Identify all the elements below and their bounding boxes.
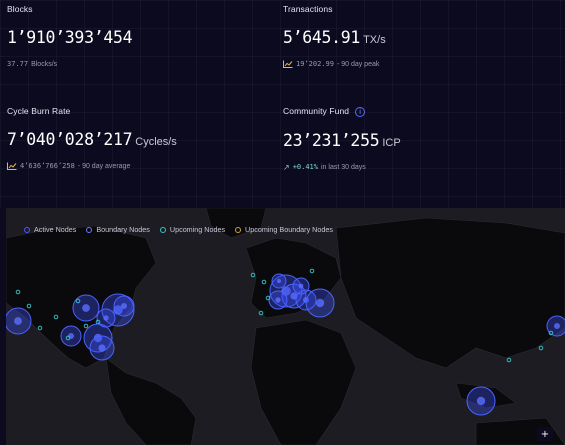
zoom-in-button[interactable]: +	[537, 427, 553, 441]
upcoming-node-marker[interactable]	[250, 272, 256, 278]
active-node-core	[121, 303, 127, 309]
legend-boundary-nodes[interactable]: Boundary Nodes	[86, 225, 150, 234]
legend-active-nodes[interactable]: Active Nodes	[24, 225, 76, 234]
cycle-burn-unit: Cycles/s	[135, 136, 177, 148]
cycle-burn-average-value: 4’636’766’258	[20, 162, 75, 170]
active-node-core	[82, 304, 90, 312]
stat-cycle-burn: Cycle Burn Rate 7’040’028’217 Cycles/s 4’…	[7, 106, 177, 170]
transactions-number: 5’645.91	[283, 28, 361, 47]
active-node-core	[14, 317, 22, 325]
chart-trend-icon	[7, 162, 17, 170]
active-node-core	[103, 315, 109, 321]
cycle-burn-average-text: - 90 day average	[77, 162, 131, 170]
map-legend: Active Nodes Boundary Nodes Upcoming Nod…	[24, 225, 333, 234]
active-nodes-dot-icon	[24, 226, 30, 233]
active-node-core	[315, 298, 325, 308]
active-node-core	[298, 283, 304, 289]
chart-trend-icon	[283, 60, 293, 68]
active-node-core	[554, 323, 560, 329]
active-node-core	[98, 344, 106, 352]
cycle-burn-number: 7’040’028’217	[7, 130, 133, 149]
transactions-unit: TX/s	[363, 34, 386, 46]
upcoming-nodes-dot-icon	[159, 226, 166, 233]
boundary-nodes-dot-icon	[86, 226, 93, 233]
stat-transactions: Transactions 5’645.91 TX/s 19’202.99 - 90…	[283, 4, 386, 68]
arrow-up-right-icon: ↗	[283, 162, 290, 172]
community-fund-change-text: in last 30 days	[321, 163, 366, 171]
transactions-peak-value: 19’202.99	[296, 60, 334, 68]
blocks-rate: 37.77 Blocks/s	[7, 60, 132, 68]
active-node-core	[275, 297, 281, 303]
community-fund-value: 23’231’255 ICP	[283, 131, 401, 150]
transactions-label: Transactions	[283, 4, 333, 14]
legend-label: Upcoming Nodes	[169, 225, 226, 234]
blocks-value: 1’910’393’454	[7, 28, 133, 47]
stat-community-fund: Community Fund i 23’231’255 ICP ↗ +0.41% i…	[283, 106, 401, 172]
community-fund-change-value: +0.41%	[292, 163, 318, 172]
blocks-rate-unit: Blocks/s	[31, 60, 58, 68]
community-fund-change: ↗ +0.41% in last 30 days	[283, 163, 401, 172]
transactions-peak: 19’202.99 - 90 day peak	[283, 60, 386, 68]
legend-label: Upcoming Boundary Nodes	[245, 225, 333, 234]
legend-label: Active Nodes	[34, 225, 77, 234]
community-fund-unit: ICP	[382, 136, 401, 149]
community-fund-number: 23’231’255	[283, 130, 380, 150]
info-icon[interactable]: i	[355, 106, 366, 117]
legend-upcoming-boundary-nodes[interactable]: Upcoming Boundary Nodes	[235, 225, 333, 234]
upcoming-boundary-nodes-dot-icon	[235, 226, 242, 233]
transactions-value: 5’645.91 TX/s	[283, 28, 386, 47]
community-fund-label: Community Fund i	[283, 106, 401, 117]
stats-panel: Blocks 1’910’393’454 37.77 Blocks/s Tran…	[0, 0, 565, 208]
legend-label: Boundary Nodes	[96, 225, 150, 234]
upcoming-node-marker[interactable]	[506, 357, 512, 363]
cycle-burn-average: 4’636’766’258 - 90 day average	[7, 162, 177, 170]
world-map	[6, 208, 565, 445]
node-map[interactable]: Active Nodes Boundary Nodes Upcoming Nod…	[6, 208, 565, 445]
legend-upcoming-nodes[interactable]: Upcoming Nodes	[159, 225, 226, 234]
stat-blocks: Blocks 1’910’393’454 37.77 Blocks/s	[7, 4, 133, 68]
cycle-burn-value: 7’040’028’217 Cycles/s	[7, 130, 177, 149]
blocks-rate-value: 37.77	[7, 60, 29, 68]
cycle-burn-label: Cycle Burn Rate	[7, 106, 71, 116]
africa-land	[250, 319, 357, 445]
active-node-core	[476, 396, 486, 406]
blocks-label: Blocks	[7, 4, 33, 14]
upcoming-node-marker[interactable]	[538, 345, 544, 351]
south-america-land	[105, 357, 197, 445]
community-fund-title: Community Fund	[283, 106, 350, 116]
transactions-peak-text: - 90 day peak	[336, 60, 380, 68]
active-node-core	[276, 278, 282, 284]
asia-land	[335, 217, 565, 369]
